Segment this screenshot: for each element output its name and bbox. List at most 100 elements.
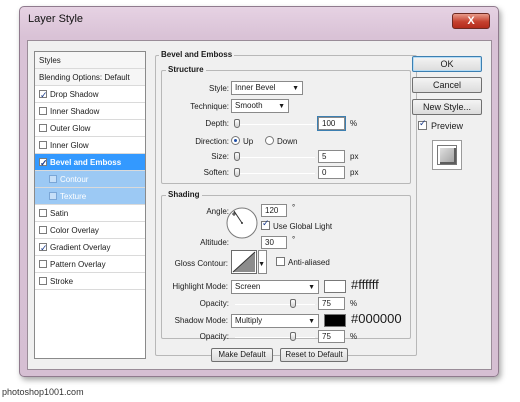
list-item-label: Outer Glow (50, 124, 91, 133)
preview-thumbnail (432, 140, 462, 170)
chevron-down-icon: ▼ (278, 103, 285, 110)
global-light-checkbox[interactable] (261, 218, 270, 230)
shadow-mode-value: Multiply (235, 316, 263, 325)
shadow-hex-label: #000000 (351, 311, 402, 326)
layer-style-dialog: Layer Style X Styles Blending Options: D… (19, 6, 499, 377)
shadow-opacity-thumb[interactable] (290, 332, 296, 341)
style-select[interactable]: Inner Bevel ▼ (231, 81, 303, 95)
direction-label: Direction: (195, 137, 229, 146)
style-label: Style: (208, 84, 229, 93)
angle-label: Angle: (206, 207, 229, 216)
list-item-label: Satin (50, 209, 69, 218)
soften-slider-track[interactable] (235, 173, 315, 174)
list-item-satin[interactable]: Satin (35, 205, 145, 222)
stroke-checkbox[interactable] (39, 277, 47, 285)
reset-to-default-button[interactable]: Reset to Default (280, 348, 348, 362)
highlight-opacity-track[interactable] (235, 304, 315, 305)
pattern-overlay-checkbox[interactable] (39, 260, 47, 268)
shadow-opacity-input[interactable]: 75 (318, 330, 345, 343)
soften-slider-thumb[interactable] (234, 168, 240, 177)
size-slider-track[interactable] (235, 157, 315, 158)
inner-glow-checkbox[interactable] (39, 141, 47, 149)
list-item-label: Pattern Overlay (50, 260, 106, 269)
outer-glow-checkbox[interactable] (39, 124, 47, 132)
new-style-button[interactable]: New Style... (412, 99, 482, 115)
list-item-outer-glow[interactable]: Outer Glow (35, 120, 145, 137)
anti-aliased-label: Anti-aliased (288, 258, 330, 267)
shadow-mode-select[interactable]: Multiply ▼ (231, 314, 319, 328)
watermark-text: photoshop1001.com (2, 387, 84, 397)
angle-dial-icon[interactable] (225, 206, 259, 240)
depth-slider-thumb[interactable] (234, 119, 240, 128)
preview-checkbox[interactable] (418, 118, 427, 130)
technique-select[interactable]: Smooth ▼ (231, 99, 289, 113)
blending-options-item[interactable]: Blending Options: Default (35, 69, 145, 86)
size-input[interactable]: 5 (318, 150, 345, 163)
drop-shadow-checkbox[interactable] (39, 87, 48, 102)
gradient-overlay-checkbox[interactable] (39, 240, 48, 255)
inner-shadow-checkbox[interactable] (39, 107, 47, 115)
direction-down-radio[interactable] (265, 136, 274, 145)
cancel-button[interactable]: Cancel (412, 77, 482, 93)
list-item-gradient-overlay[interactable]: Gradient Overlay (35, 239, 145, 256)
depth-slider-track[interactable] (235, 124, 315, 125)
depth-unit: % (350, 119, 358, 128)
styles-list: Styles Blending Options: Default Drop Sh… (34, 51, 146, 359)
bevel-emboss-checkbox[interactable] (39, 155, 48, 170)
highlight-mode-select[interactable]: Screen ▼ (231, 280, 319, 294)
altitude-input[interactable]: 30 (261, 236, 287, 249)
global-light-label: Use Global Light (273, 222, 333, 231)
gloss-contour-icon[interactable] (231, 250, 257, 274)
list-item-texture[interactable]: Texture (35, 188, 145, 205)
anti-aliased-checkbox[interactable] (276, 257, 285, 266)
list-item-pattern-overlay[interactable]: Pattern Overlay (35, 256, 145, 273)
list-item-label: Texture (60, 192, 87, 201)
soften-input[interactable]: 0 (318, 166, 345, 179)
list-item-label: Inner Shadow (50, 107, 100, 116)
highlight-color-swatch[interactable] (324, 280, 346, 293)
highlight-opacity-unit: % (350, 299, 358, 308)
preview-swatch (437, 145, 457, 165)
structure-title: Structure (166, 65, 206, 74)
list-item-color-overlay[interactable]: Color Overlay (35, 222, 145, 239)
gloss-contour-dropdown[interactable]: ▼ (258, 250, 267, 274)
preview-label: Preview (431, 121, 464, 131)
list-item-stroke[interactable]: Stroke (35, 273, 145, 290)
list-item-bevel-emboss[interactable]: Bevel and Emboss (35, 154, 145, 171)
chevron-down-icon: ▼ (308, 284, 315, 291)
direction-down-label: Down (277, 137, 298, 146)
make-default-button[interactable]: Make Default (211, 348, 273, 362)
technique-label: Technique: (190, 102, 229, 111)
soften-label: Soften: (203, 168, 229, 177)
contour-checkbox[interactable] (49, 175, 57, 183)
shadow-opacity-unit: % (350, 332, 358, 341)
list-item-inner-glow[interactable]: Inner Glow (35, 137, 145, 154)
list-item-contour[interactable]: Contour (35, 171, 145, 188)
altitude-label: Altitude: (200, 238, 229, 247)
highlight-opacity-thumb[interactable] (290, 299, 296, 308)
satin-checkbox[interactable] (39, 209, 47, 217)
angle-input[interactable]: 120 (261, 204, 287, 217)
list-item-label: Color Overlay (50, 226, 99, 235)
styles-header[interactable]: Styles (35, 52, 145, 69)
chevron-down-icon: ▼ (308, 318, 315, 325)
depth-input[interactable]: 100 (318, 117, 345, 130)
ok-button[interactable]: OK (412, 56, 482, 72)
list-item-label: Stroke (50, 277, 74, 286)
list-item-drop-shadow[interactable]: Drop Shadow (35, 86, 145, 103)
color-overlay-checkbox[interactable] (39, 226, 47, 234)
highlight-opacity-input[interactable]: 75 (318, 297, 345, 310)
list-item-inner-shadow[interactable]: Inner Shadow (35, 103, 145, 120)
highlight-opacity-label: Opacity: (199, 299, 229, 308)
texture-checkbox[interactable] (49, 192, 57, 200)
close-button[interactable]: X (452, 13, 490, 29)
angle-degree: ° (292, 203, 296, 212)
size-slider-thumb[interactable] (234, 152, 240, 161)
shadow-color-swatch[interactable] (324, 314, 346, 327)
style-select-value: Inner Bevel (235, 83, 276, 92)
direction-up-label: Up (243, 137, 254, 146)
gloss-contour-label: Gloss Contour: (174, 259, 228, 268)
size-unit: px (350, 152, 359, 161)
shadow-opacity-track[interactable] (235, 337, 315, 338)
direction-up-radio[interactable] (231, 136, 240, 145)
